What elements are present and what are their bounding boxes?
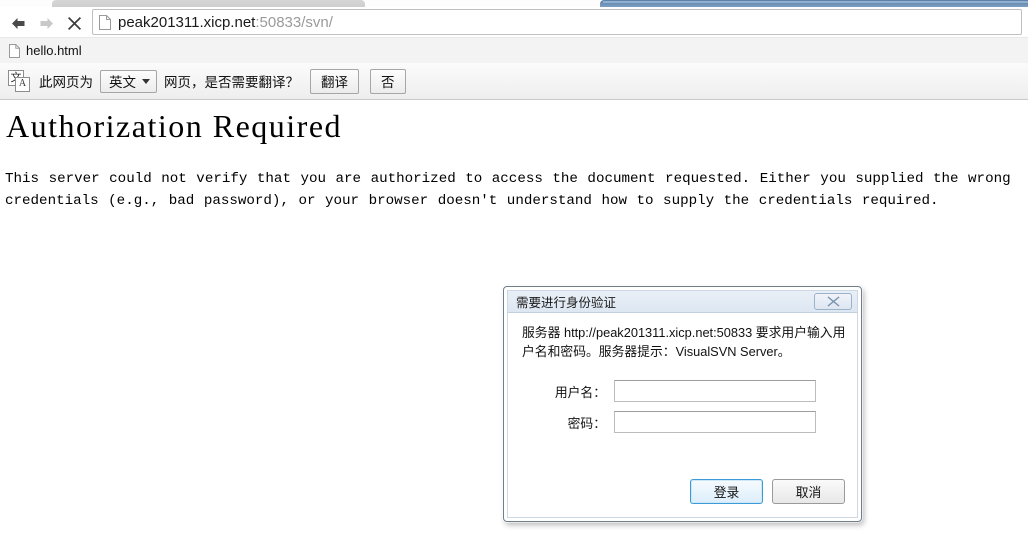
chevron-down-icon [142, 78, 150, 84]
source-language-value: 英文 [109, 75, 136, 90]
username-row: 用户名： [522, 380, 846, 402]
translate-button[interactable]: 翻译 [310, 68, 359, 94]
username-input[interactable] [614, 380, 816, 402]
bookmark-hello-html[interactable]: hello.html [6, 41, 88, 60]
back-button[interactable] [8, 13, 28, 33]
bookmarks-bar: hello.html [0, 38, 1028, 102]
cancel-button[interactable]: 取消 [772, 479, 845, 504]
translate-prefix-text: 此网页为 [39, 75, 93, 90]
source-language-select[interactable]: 英文 [100, 69, 157, 93]
dialog-title: 需要进行身份验证 [516, 296, 617, 310]
background-window-tab[interactable] [52, 0, 365, 7]
dialog-button-row: 登录 取消 [690, 479, 845, 504]
address-bar-path: :50833/svn/ [255, 13, 333, 31]
dialog-inner-frame: 需要进行身份验证 服务器 http://peak201311.xicp.net:… [507, 290, 858, 518]
password-label: 密码： [567, 415, 606, 431]
document-icon [9, 43, 20, 58]
page-title: Authorization Required [6, 108, 343, 144]
dialog-message: 服务器 http://peak201311.xicp.net:50833 要求用… [522, 325, 846, 359]
address-bar-url: peak201311.xicp.net:50833/svn/ [118, 14, 333, 31]
authentication-dialog: 需要进行身份验证 服务器 http://peak201311.xicp.net:… [503, 286, 862, 522]
page-document-icon [99, 14, 111, 30]
back-arrow-icon [10, 16, 27, 31]
translate-icon-en-glyph: A [15, 77, 30, 92]
password-input[interactable] [614, 411, 816, 433]
bookmark-label: hello.html [26, 43, 82, 58]
close-x-icon [67, 16, 82, 31]
translate-infobar: 文 A 此网页为 英文 网页，是否需要翻译？ 翻译 否 [0, 63, 1028, 100]
translate-icon: 文 A [8, 70, 30, 92]
forward-button[interactable] [36, 13, 56, 33]
username-label: 用户名： [554, 384, 606, 400]
stop-button[interactable] [64, 13, 84, 33]
address-bar[interactable]: peak201311.xicp.net:50833/svn/ [92, 9, 1022, 35]
close-icon [827, 296, 840, 307]
translate-suffix-text: 网页，是否需要翻译？ [164, 75, 299, 90]
password-row: 密码： [522, 411, 846, 433]
active-window-titlebar-highlight [603, 1, 1028, 3]
login-button[interactable]: 登录 [690, 479, 763, 504]
no-translate-button[interactable]: 否 [370, 68, 406, 94]
dialog-titlebar: 需要进行身份验证 [508, 291, 857, 313]
dialog-body: 服务器 http://peak201311.xicp.net:50833 要求用… [508, 314, 857, 517]
page-body-text: This server could not verify that you ar… [5, 171, 1011, 209]
forward-arrow-icon [38, 16, 55, 31]
browser-toolbar: peak201311.xicp.net:50833/svn/ [0, 7, 1028, 38]
dialog-close-button[interactable] [814, 293, 852, 310]
address-bar-host: peak201311.xicp.net [118, 13, 256, 31]
